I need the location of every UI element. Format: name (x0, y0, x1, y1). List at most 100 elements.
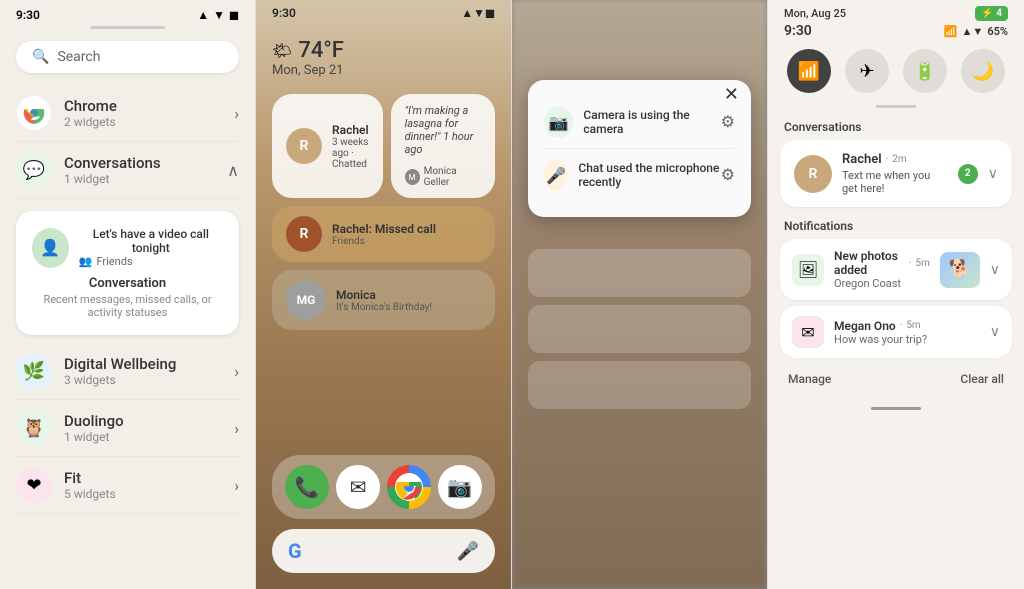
missed-call-name: Rachel: Missed call (332, 222, 481, 236)
time-row-panel4: 9:30 📶 ▲▼ 65% (768, 23, 1024, 41)
conversation-widget-preview[interactable]: 👤 Let's have a video call tonight 👥 Frie… (16, 211, 239, 335)
time-panel4: 9:30 (784, 23, 812, 39)
dock-chrome-icon[interactable] (387, 465, 431, 509)
search-bar[interactable]: 🔍 Search (16, 41, 239, 73)
status-bar-panel2: 9:30 ▲▼◼ (256, 0, 511, 26)
google-search-pill[interactable]: G 🎤 (272, 529, 495, 573)
gmail-notif-dot: · (900, 320, 903, 331)
home-screen-panel: 9:30 ▲▼◼ 🌤 74°F Mon, Sep 21 R Rachel 3 w… (256, 0, 512, 589)
permission-dialog: 📷 Camera is using the camera ⚙ 🎤 Chat us… (528, 80, 751, 217)
blurred-item-2 (528, 305, 751, 353)
rachel-conv-card[interactable]: R Rachel 3 weeks ago · Chatted (272, 94, 383, 198)
battery-percent: 65% (987, 25, 1008, 38)
rachel-avatar: R (286, 128, 322, 164)
gmail-notif-row[interactable]: ✉ Megan Ono · 5m How was your trip? ∨ (780, 306, 1012, 358)
more-apps: 🌿 Digital Wellbeing 3 widgets › 🦉 Duolin… (0, 343, 255, 514)
dock-camera-icon[interactable]: 📷 (438, 465, 482, 509)
nav-pill (871, 407, 921, 410)
widget-picker-panel: 9:30 ▲ ▼ ◼ 🔍 Search (0, 0, 256, 589)
widget-description: Recent messages, missed calls, or activi… (32, 293, 223, 319)
wellbeing-widget-count: 3 widgets (64, 373, 176, 387)
conversations-widget-count: 1 widget (64, 172, 161, 186)
conversations-chevron: ∧ (227, 161, 239, 180)
gmail-app-icon: ✉ (792, 316, 824, 348)
missed-call-avatar: R (286, 216, 322, 252)
airplane-tile[interactable]: ✈ (845, 49, 889, 93)
camera-perm-text: Camera is using the camera (583, 108, 720, 136)
monica-birthday-card[interactable]: MG Monica It's Monica's Birthday! (272, 270, 495, 330)
camera-settings-button[interactable]: ⚙ (721, 112, 735, 132)
battery-badge: ⚡ 4 (975, 6, 1008, 21)
rachel-notif-info: Rachel · 2m Text me when you get here! (842, 152, 948, 195)
wifi-tile[interactable]: 📶 (787, 49, 831, 93)
mic-settings-button[interactable]: ⚙ (721, 165, 735, 185)
monica-avatar: MG (286, 280, 326, 320)
photos-notif-subtitle: Oregon Coast (834, 277, 930, 290)
home-conversation-cards: R Rachel 3 weeks ago · Chatted "I'm maki… (256, 86, 511, 338)
app-row-conversations[interactable]: 💬 Conversations 1 widget ∧ (16, 142, 239, 199)
photos-time: 5m (915, 258, 929, 269)
night-mode-tile[interactable]: 🌙 (961, 49, 1005, 93)
mic-icon: 🎤 (457, 541, 479, 562)
home-content: 9:30 ▲▼◼ 🌤 74°F Mon, Sep 21 R Rachel 3 w… (256, 0, 511, 589)
time-panel1: 9:30 (16, 8, 40, 22)
camera-permission-row: 📷 Camera is using the camera ⚙ (544, 96, 735, 148)
photos-notif-chevron[interactable]: ∨ (990, 262, 1000, 278)
manage-link[interactable]: Manage (788, 372, 831, 386)
permission-dialog-panel: 📷 Camera is using the camera ⚙ 🎤 Chat us… (512, 0, 768, 589)
duolingo-widget-count: 1 widget (64, 430, 124, 444)
app-row-fit[interactable]: ❤ Fit 5 widgets › (16, 457, 239, 514)
rachel-sender: M Monica Geller (405, 166, 481, 188)
battery-tile[interactable]: 🔋 (903, 49, 947, 93)
temperature: 74°F (298, 38, 344, 63)
rachel-notif-name: Rachel (842, 152, 882, 167)
mic-perm-icon: 🎤 (544, 159, 568, 191)
widget-friends-label: 👥 Friends (79, 255, 223, 268)
dialog-container: 📷 Camera is using the camera ⚙ 🎤 Chat us… (512, 0, 767, 217)
monica-sub: It's Monica's Birthday! (336, 302, 481, 313)
weather-widget: 🌤 74°F Mon, Sep 21 (256, 26, 511, 86)
wifi-status-icon: 📶 (944, 25, 958, 38)
notification-bottom-actions: Manage Clear all (768, 364, 1024, 398)
status-icons-panel1: ▲ ▼ ◼ (197, 8, 239, 22)
status-bar-panel1: 9:30 ▲ ▼ ◼ (0, 0, 255, 26)
photos-thumbnail: 🐕 (940, 252, 980, 288)
duolingo-chevron: › (234, 419, 239, 438)
mic-perm-text: Chat used the microphone recently (578, 161, 720, 189)
monica-sender-avatar: M (405, 169, 420, 185)
conversations-section-label: Conversations (768, 116, 1024, 140)
fit-icon: ❤ (16, 467, 52, 503)
fit-app-name: Fit (64, 469, 116, 487)
date-panel4: Mon, Aug 25 (784, 7, 846, 20)
dock-messages-icon[interactable]: ✉ (336, 465, 380, 509)
photos-notif-title: New photos added (834, 249, 905, 277)
rachel-conversation-notif[interactable]: R Rachel · 2m Text me when you get here!… (780, 140, 1012, 207)
photos-notif-time: · (909, 258, 912, 269)
duolingo-app-name: Duolingo (64, 412, 124, 430)
rachel-quote-card[interactable]: "I'm making a lasagna for dinner!" 1 hou… (391, 94, 495, 198)
duolingo-icon: 🦉 (16, 410, 52, 446)
photos-notif-row[interactable]: 🖼 New photos added · 5m Oregon Coast 🐕 ∨ (780, 239, 1012, 300)
fit-chevron: › (234, 476, 239, 495)
blurred-item-1 (528, 249, 751, 297)
dock-phone-icon[interactable]: 📞 (285, 465, 329, 509)
mic-permission-row: 🎤 Chat used the microphone recently ⚙ (544, 148, 735, 201)
nav-bar (768, 398, 1024, 418)
app-dock: 📞 ✉ 📷 (272, 455, 495, 519)
rachel-name: Rachel (332, 123, 369, 137)
app-row-wellbeing[interactable]: 🌿 Digital Wellbeing 3 widgets › (16, 343, 239, 400)
app-row-chrome[interactable]: Chrome 2 widgets › (16, 85, 239, 142)
clear-all-link[interactable]: Clear all (960, 372, 1004, 386)
signal-icon: ▲▼ (962, 25, 984, 38)
app-row-duolingo[interactable]: 🦉 Duolingo 1 widget › (16, 400, 239, 457)
rachel-notif-badge: 2 (958, 164, 978, 184)
rachel-notif-avatar: R (794, 155, 832, 193)
rachel-notif-chevron[interactable]: ∨ (988, 166, 998, 182)
missed-call-card[interactable]: R Rachel: Missed call Friends (272, 206, 495, 262)
conversations-icon: 💬 (16, 152, 52, 188)
blurred-list (512, 233, 767, 433)
rachel-time: 2m (892, 154, 906, 165)
gmail-notif-chevron[interactable]: ∨ (990, 324, 1000, 340)
dialog-close-button[interactable]: ✕ (724, 84, 739, 105)
quick-settings-row: 📶 ✈ 🔋 🌙 (768, 41, 1024, 101)
